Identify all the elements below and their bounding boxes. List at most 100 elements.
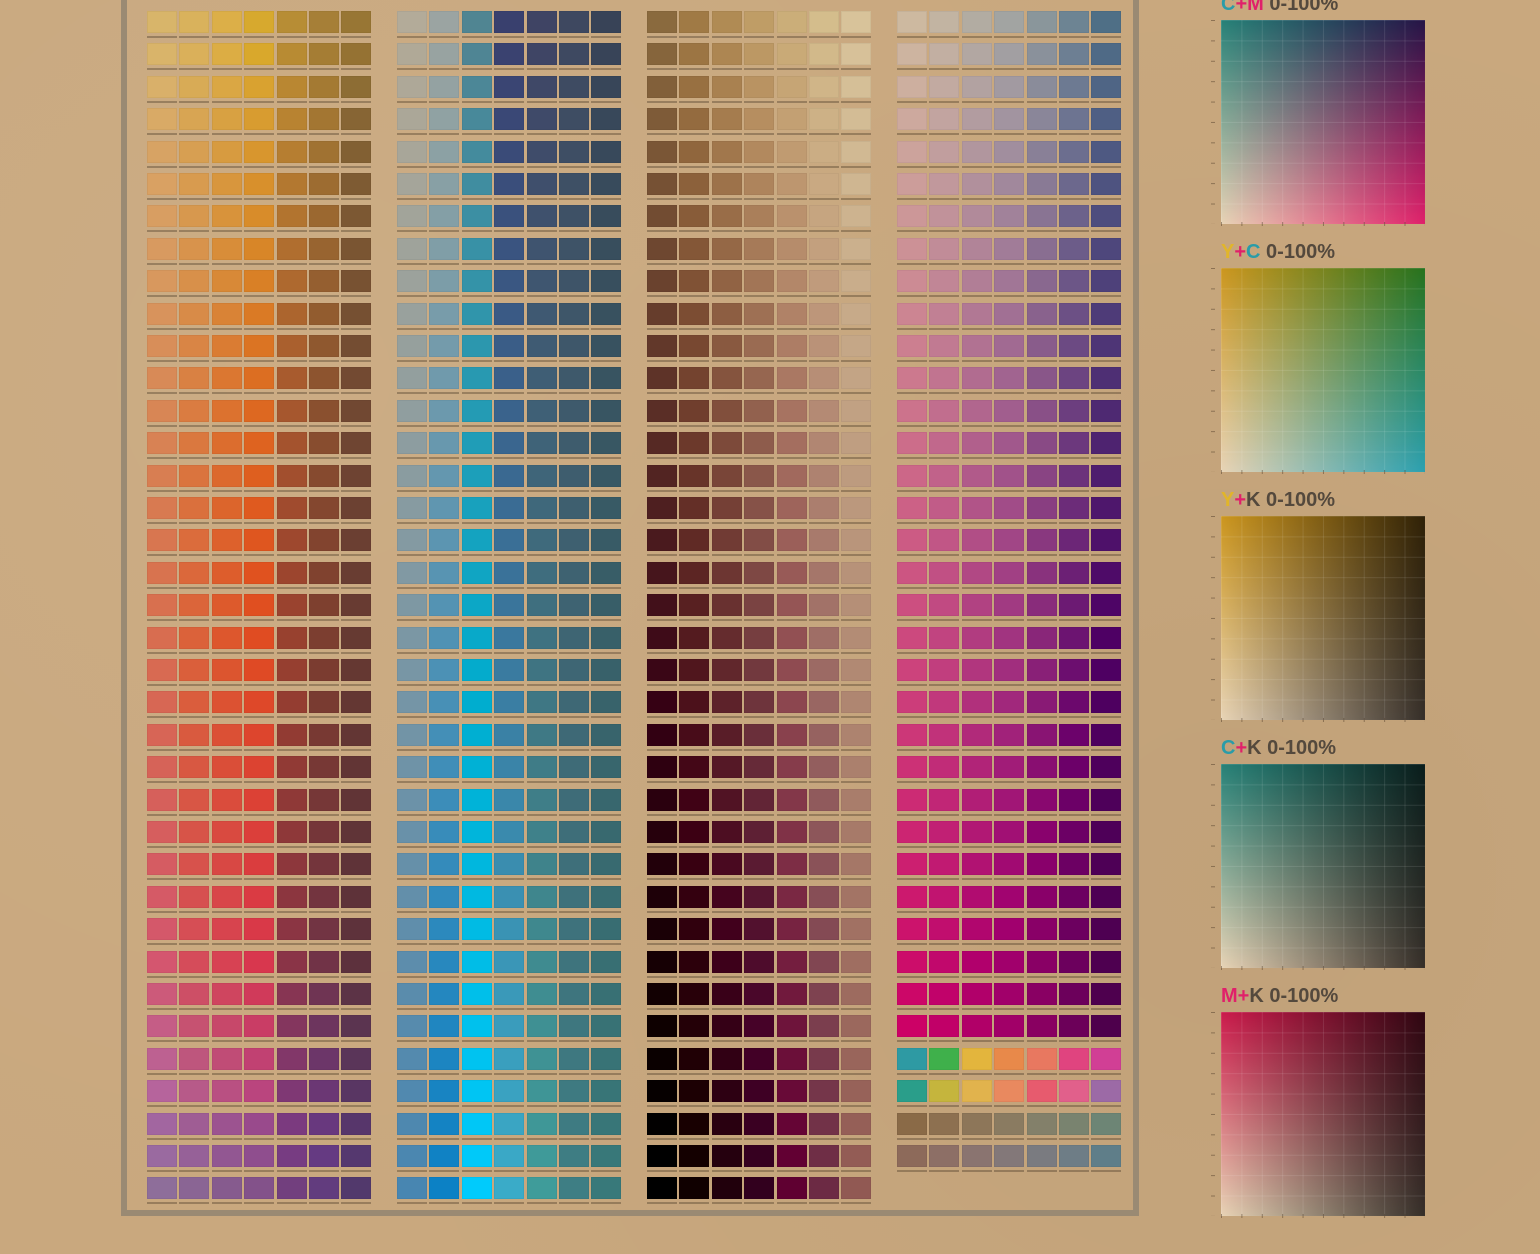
color-swatch xyxy=(776,950,807,973)
color-swatch xyxy=(841,626,872,649)
color-swatch xyxy=(591,237,622,260)
swatch-caption xyxy=(341,748,372,751)
color-swatch xyxy=(526,788,557,811)
swatch-caption xyxy=(591,1072,622,1075)
swatch-caption xyxy=(961,684,992,686)
color-swatch xyxy=(147,723,177,746)
color-swatch xyxy=(397,788,427,811)
color-swatch xyxy=(1026,1015,1057,1038)
swatch-caption xyxy=(647,910,677,913)
swatch-caption xyxy=(244,781,275,784)
swatch-caption xyxy=(841,975,872,978)
color-swatch xyxy=(461,43,492,66)
swatch-caption xyxy=(897,1008,927,1010)
color-swatch xyxy=(776,108,807,131)
color-swatch xyxy=(461,75,492,98)
color-swatch xyxy=(341,659,372,681)
swatch-caption xyxy=(1091,68,1122,71)
swatch-caption xyxy=(591,392,622,395)
swatch-caption xyxy=(559,489,589,492)
swatch-caption xyxy=(461,295,492,298)
color-swatch xyxy=(1091,983,1122,1005)
color-swatch xyxy=(559,756,589,779)
color-swatch xyxy=(461,302,492,325)
swatch-caption xyxy=(309,295,339,298)
color-swatch xyxy=(776,270,807,293)
swatch-caption xyxy=(897,1137,927,1140)
swatch-caption xyxy=(994,878,1025,881)
color-swatch xyxy=(1026,691,1057,714)
swatch-caption xyxy=(776,165,807,168)
swatch-caption xyxy=(647,684,677,686)
swatch-caption xyxy=(591,198,622,200)
swatch-caption xyxy=(526,133,557,136)
swatch-caption xyxy=(559,878,589,881)
color-swatch xyxy=(711,497,742,519)
swatch-caption xyxy=(994,295,1025,298)
swatch-caption xyxy=(309,846,339,848)
color-swatch xyxy=(211,497,242,519)
swatch-caption xyxy=(559,522,589,524)
swatch-caption xyxy=(494,1072,525,1075)
color-swatch xyxy=(929,659,960,681)
color-swatch xyxy=(711,1145,742,1167)
color-swatch xyxy=(429,11,460,33)
swatch-caption xyxy=(397,684,427,686)
color-swatch xyxy=(244,140,275,163)
swatch-caption xyxy=(309,1008,339,1010)
color-swatch xyxy=(994,432,1025,455)
swatch-caption xyxy=(147,133,177,136)
swatch-caption xyxy=(429,781,460,784)
swatch-caption xyxy=(211,1040,242,1043)
color-swatch xyxy=(179,432,210,455)
color-swatch xyxy=(147,1145,177,1167)
color-swatch xyxy=(711,659,742,681)
color-swatch xyxy=(897,885,927,908)
color-swatch xyxy=(841,237,872,260)
swatch-caption xyxy=(211,943,242,946)
color-swatch xyxy=(776,1080,807,1103)
color-swatch xyxy=(776,302,807,325)
swatch-caption xyxy=(526,165,557,168)
color-swatch xyxy=(526,1015,557,1038)
color-swatch xyxy=(526,885,557,908)
swatch-caption xyxy=(147,36,177,38)
color-swatch xyxy=(809,626,839,649)
swatch-caption xyxy=(1091,651,1122,654)
color-swatch xyxy=(994,659,1025,681)
swatch-caption xyxy=(1091,100,1122,103)
swatch-caption xyxy=(961,165,992,168)
swatch-caption xyxy=(397,1105,427,1108)
swatch-caption xyxy=(1091,910,1122,913)
color-swatch xyxy=(1026,464,1057,487)
color-swatch xyxy=(929,108,960,131)
swatch-caption xyxy=(744,651,775,654)
color-swatch xyxy=(559,626,589,649)
color-swatch xyxy=(679,108,710,131)
color-swatch xyxy=(929,75,960,98)
color-swatch xyxy=(897,918,927,941)
swatch-caption xyxy=(147,262,177,265)
swatch-caption xyxy=(211,230,242,233)
color-swatch xyxy=(276,43,307,66)
color-swatch xyxy=(1059,205,1089,228)
color-swatch xyxy=(1091,367,1122,390)
swatch-caption xyxy=(244,100,275,103)
swatch-caption xyxy=(276,68,307,71)
swatch-caption xyxy=(841,1170,872,1172)
gradient-block-cm: C+M 0-100% xyxy=(1211,0,1425,226)
color-swatch xyxy=(841,659,872,681)
color-swatch xyxy=(276,1015,307,1038)
swatch-caption xyxy=(994,36,1025,38)
color-swatch xyxy=(309,399,339,422)
color-swatch xyxy=(776,691,807,714)
swatch-caption xyxy=(244,586,275,589)
swatch-caption xyxy=(744,1137,775,1140)
swatch-caption xyxy=(526,457,557,460)
color-swatch xyxy=(244,173,275,195)
color-swatch xyxy=(994,1080,1025,1103)
swatch-caption xyxy=(679,198,710,200)
color-swatch xyxy=(559,1047,589,1070)
color-swatch xyxy=(841,1145,872,1167)
color-swatch xyxy=(559,237,589,260)
